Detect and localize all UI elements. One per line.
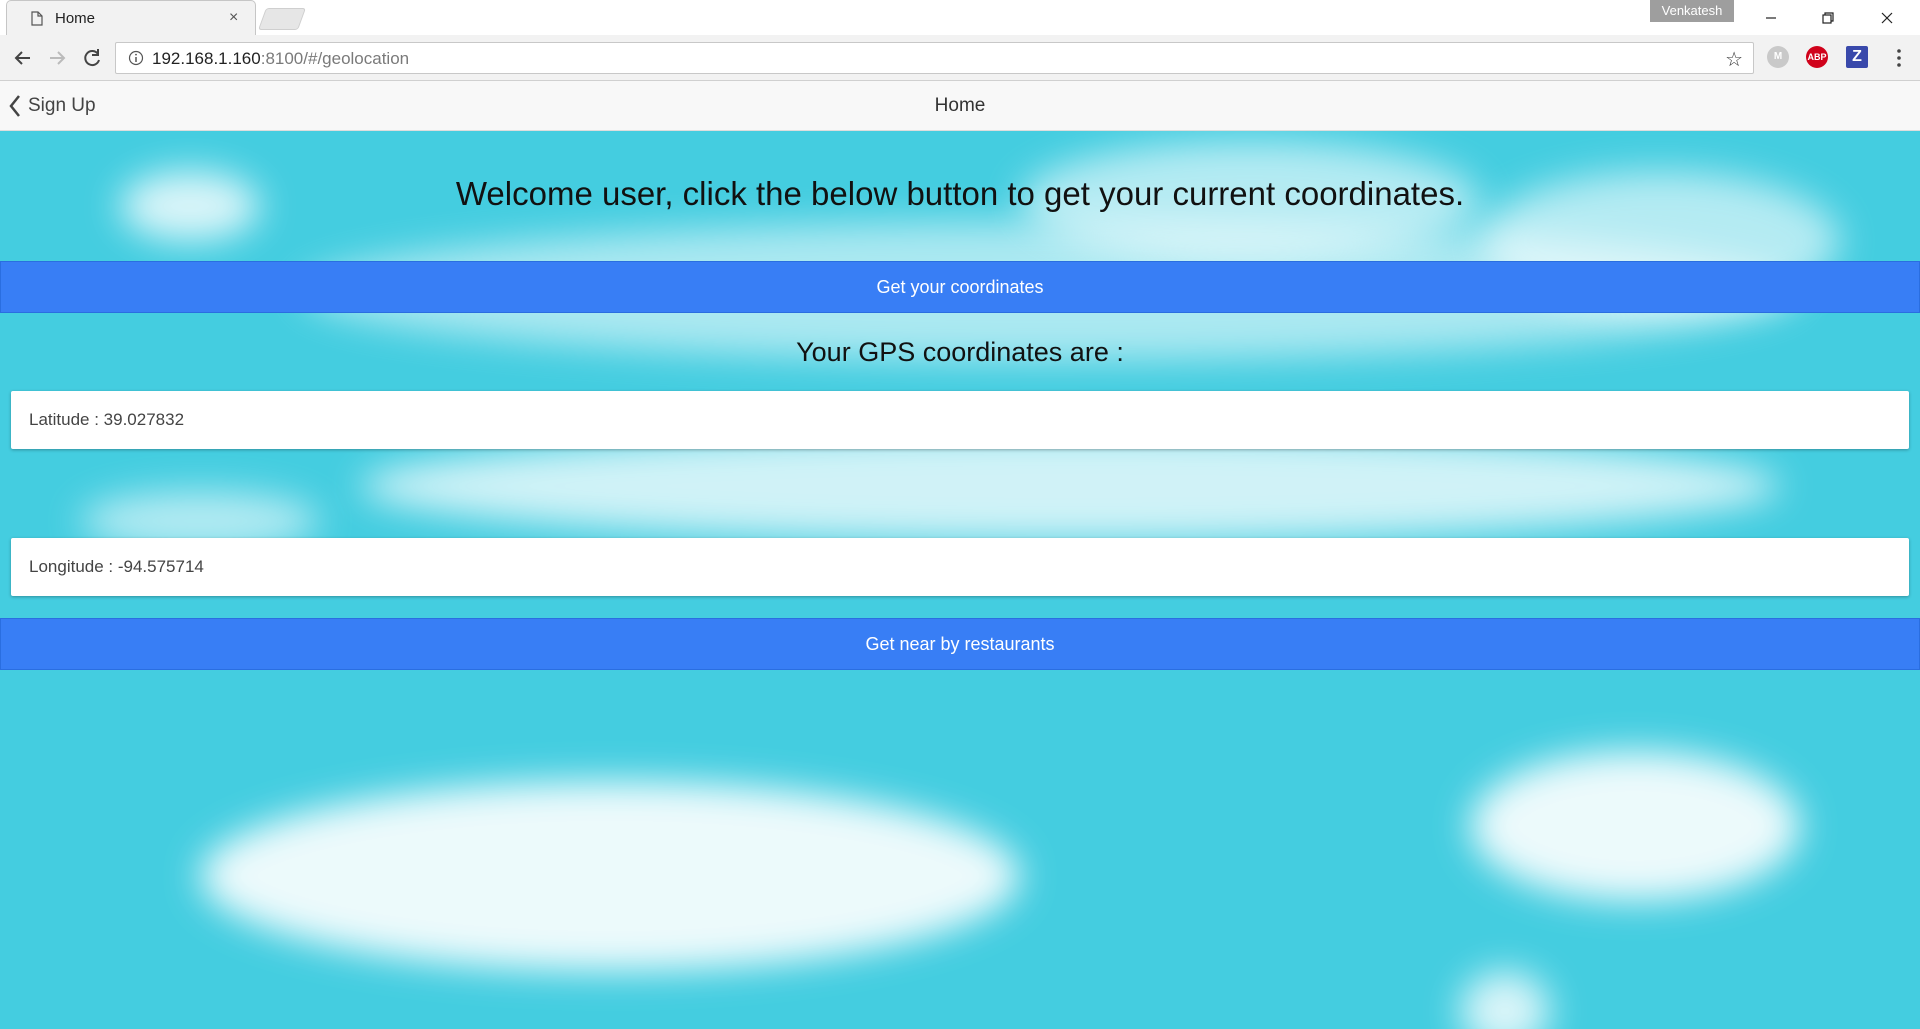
restaurants-button[interactable]: Get near by restaurants	[0, 618, 1920, 670]
extension-gray-icon[interactable]: M	[1767, 46, 1789, 68]
longitude-value: Longitude : -94.575714	[29, 557, 204, 576]
bookmark-star-icon[interactable]: ☆	[1725, 47, 1743, 72]
url-text[interactable]: 192.168.1.160:8100/#/geolocation	[152, 49, 409, 69]
browser-menu-icon[interactable]	[1884, 43, 1914, 73]
get-coordinates-button[interactable]: Get your coordinates	[0, 261, 1920, 313]
document-icon	[31, 11, 43, 26]
address-bar[interactable]: 192.168.1.160:8100/#/geolocation ☆	[115, 42, 1754, 74]
reload-icon[interactable]	[77, 43, 107, 73]
new-tab-button[interactable]	[257, 8, 307, 30]
page-title: Home	[934, 95, 986, 116]
minimize-icon[interactable]	[1748, 4, 1794, 32]
longitude-card: Longitude : -94.575714	[11, 538, 1909, 596]
zotero-icon[interactable]: Z	[1846, 46, 1868, 68]
latitude-card: Latitude : 39.027832	[11, 391, 1909, 449]
browser-tab-strip: Home × Venkatesh	[0, 0, 1920, 36]
profile-badge[interactable]: Venkatesh	[1650, 0, 1734, 22]
close-window-icon[interactable]	[1864, 4, 1910, 32]
welcome-message: Welcome user, click the below button to …	[455, 175, 1465, 212]
app-header: Sign Up Home	[0, 81, 1920, 131]
tab-title: Home	[55, 10, 96, 27]
back-arrow-icon[interactable]	[8, 43, 38, 73]
content-area: Welcome user, click the below button to …	[0, 131, 1920, 1029]
browser-tab-home[interactable]: Home ×	[6, 0, 256, 36]
tab-close-icon[interactable]: ×	[229, 9, 238, 27]
forward-arrow-icon[interactable]	[42, 43, 72, 73]
restore-icon[interactable]	[1805, 4, 1851, 32]
browser-toolbar: 192.168.1.160:8100/#/geolocation ☆ M ABP…	[0, 35, 1920, 81]
adblock-plus-icon[interactable]: ABP	[1806, 46, 1828, 68]
gps-heading: Your GPS coordinates are :	[796, 337, 1124, 367]
latitude-value: Latitude : 39.027832	[29, 410, 185, 429]
info-icon[interactable]	[128, 50, 144, 66]
